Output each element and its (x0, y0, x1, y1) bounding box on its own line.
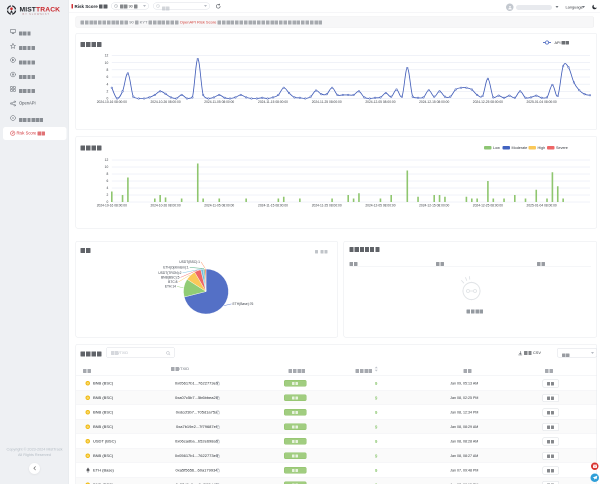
svg-text:2025-01-04 08:00:00: 2025-01-04 08:00:00 (527, 100, 557, 104)
svg-text:2024-11-15 08:00:00: 2024-11-15 08:00:00 (258, 100, 288, 104)
svg-text:2024-12-15 08:00:00: 2024-12-15 08:00:00 (419, 100, 449, 104)
svg-text:12: 12 (105, 54, 109, 58)
svg-text:2024-12-05 08:00:00: 2024-12-05 08:00:00 (365, 204, 395, 208)
svg-text:2024-12-25 08:00:00: 2024-12-25 08:00:00 (473, 204, 503, 208)
svg-text:2024-12-15 08:00:00: 2024-12-15 08:00:00 (419, 204, 449, 208)
svg-text:2025-01-04 08:00:00: 2025-01-04 08:00:00 (527, 204, 557, 208)
svg-text:8: 8 (106, 68, 108, 72)
svg-text:6: 6 (106, 75, 108, 79)
svg-text:ETH(Base):76: ETH(Base):76 (233, 302, 254, 306)
svg-text:2: 2 (106, 193, 108, 197)
svg-text:BTC:8: BTC:8 (168, 280, 178, 284)
svg-text:4: 4 (106, 186, 108, 190)
svg-text:ETH:14: ETH:14 (165, 285, 176, 289)
svg-text:2024-10-26 08:00:00: 2024-10-26 08:00:00 (150, 100, 180, 104)
svg-text:USDT(BSC):1: USDT(BSC):1 (179, 260, 200, 264)
svg-text:2024-11-25 08:00:00: 2024-11-25 08:00:00 (312, 100, 342, 104)
svg-text:ETH(Optimism):1: ETH(Optimism):1 (163, 266, 189, 270)
svg-text:8: 8 (106, 172, 108, 176)
svg-text:2024-11-15 08:00:00: 2024-11-15 08:00:00 (258, 204, 288, 208)
svg-text:2024-11-05 08:00:00: 2024-11-05 08:00:00 (204, 100, 234, 104)
svg-text:2024-10-16 08:00:00: 2024-10-16 08:00:00 (97, 204, 127, 208)
svg-text:10: 10 (105, 165, 109, 169)
svg-text:10: 10 (105, 61, 109, 65)
svg-text:4: 4 (106, 82, 108, 86)
svg-text:2024-10-26 08:00:00: 2024-10-26 08:00:00 (150, 204, 180, 208)
svg-text:12: 12 (105, 158, 109, 162)
svg-text:2024-10-16 08:00:00: 2024-10-16 08:00:00 (97, 100, 127, 104)
svg-text:2024-12-05 08:00:00: 2024-12-05 08:00:00 (365, 100, 395, 104)
svg-text:6: 6 (106, 179, 108, 183)
svg-text:2024-12-25 08:00:00: 2024-12-25 08:00:00 (473, 100, 503, 104)
svg-text:2024-11-05 08:00:00: 2024-11-05 08:00:00 (204, 204, 234, 208)
svg-text:USDT(TRON):2: USDT(TRON):2 (158, 271, 181, 275)
svg-text:2024-11-25 08:00:00: 2024-11-25 08:00:00 (312, 204, 342, 208)
svg-text:BNB(BSC):5: BNB(BSC):5 (161, 276, 180, 280)
svg-text:2: 2 (106, 90, 108, 94)
